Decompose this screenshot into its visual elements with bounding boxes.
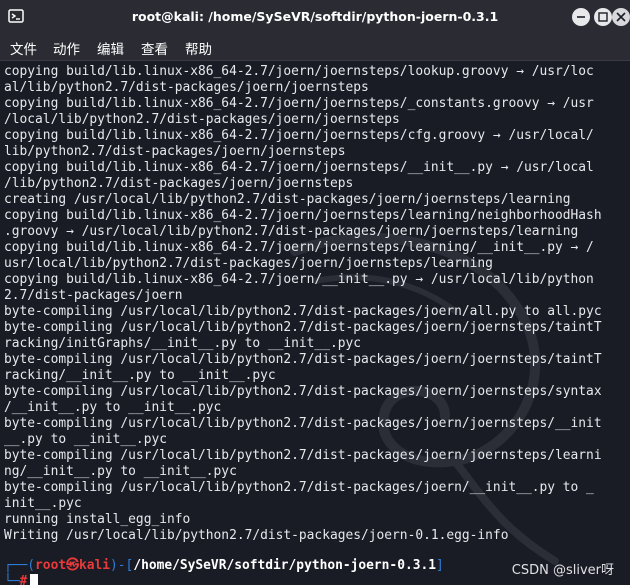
output-line: copying build/lib.linux-x86_64-2.7/joern… (4, 160, 594, 175)
minimize-icon (577, 16, 585, 18)
output-line: /local/lib/python2.7/dist-packages/joern… (4, 112, 400, 127)
minimize-button[interactable] (572, 8, 590, 26)
menu-bar: 文件 动作 编辑 查看 帮助 (0, 34, 630, 61)
prompt-hash: # (19, 574, 28, 585)
terminal-window: root@kali: /home/SySeVR/softdir/python-j… (0, 0, 630, 585)
output-line: Writing /usr/local/lib/python2.7/dist-pa… (4, 528, 509, 543)
output-line: 2.7/dist-packages/joern (4, 288, 183, 303)
output-line: lib/python2.7/dist-packages/joern/joerns… (4, 144, 346, 159)
output-line: byte-compiling /usr/local/lib/python2.7/… (4, 480, 594, 495)
output-line: copying build/lib.linux-x86_64-2.7/joern… (4, 208, 602, 223)
shell-prompt: ┌──(root㉿kali)-[/home/SySeVR/softdir/pyt… (4, 558, 444, 574)
prompt-mid: )-[ (110, 558, 134, 573)
title-bar[interactable]: root@kali: /home/SySeVR/softdir/python-j… (0, 0, 630, 34)
menu-edit[interactable]: 编辑 (97, 38, 124, 58)
output-line: usr/local/lib/python2.7/dist-packages/jo… (4, 256, 493, 271)
prompt-open: ┌──( (4, 558, 36, 573)
output-line: byte-compiling /usr/local/lib/python2.7/… (4, 304, 602, 319)
menu-view[interactable]: 查看 (141, 38, 168, 58)
output-line: racking/initGraphs/__init__.py to __init… (4, 336, 361, 351)
output-line: racking/__init__.py to __init__.pyc (4, 368, 276, 383)
output-line: init__.pyc (4, 496, 82, 511)
csdn-watermark: CSDN @sliver呀 (511, 563, 614, 578)
output-line: /__init__.py to __init__.pyc (4, 400, 222, 415)
close-button[interactable] (612, 8, 630, 26)
menu-action[interactable]: 动作 (53, 38, 80, 58)
output-line: byte-compiling /usr/local/lib/python2.7/… (4, 416, 602, 431)
output-line: creating /usr/local/lib/python2.7/dist-p… (4, 192, 571, 207)
output-line: running install_egg_info (4, 512, 191, 527)
output-line: copying build/lib.linux-x86_64-2.7/joern… (4, 128, 594, 143)
prompt-line2: └─ (4, 574, 20, 585)
close-icon (616, 12, 626, 22)
shell-input-line[interactable]: └─# (4, 574, 39, 585)
output-line: /lib/python2.7/dist-packages/joern/joern… (4, 176, 354, 191)
output-line: copying build/lib.linux-x86_64-2.7/joern… (4, 272, 594, 287)
output-line: __.py to __init__.pyc (4, 432, 167, 447)
output-line: .groovy → /usr/local/lib/python2.7/dist-… (4, 224, 579, 239)
maximize-button[interactable] (594, 8, 612, 26)
output-line: ng/__init__.py to __init__.pyc (4, 464, 237, 479)
prompt-user: root㉿kali (35, 558, 111, 573)
output-line: byte-compiling /usr/local/lib/python2.7/… (4, 352, 602, 367)
output-line: copying build/lib.linux-x86_64-2.7/joern… (4, 96, 594, 111)
output-lines: copying build/lib.linux-x86_64-2.7/joern… (4, 64, 628, 544)
terminal-output-area[interactable]: copying build/lib.linux-x86_64-2.7/joern… (0, 61, 630, 585)
output-line: copying build/lib.linux-x86_64-2.7/joern… (4, 240, 594, 255)
window-title: root@kali: /home/SySeVR/softdir/python-j… (131, 9, 499, 24)
prompt-close: ] (436, 558, 444, 573)
output-line: copying build/lib.linux-x86_64-2.7/joern… (4, 64, 594, 79)
output-line: byte-compiling /usr/local/lib/python2.7/… (4, 384, 602, 399)
output-line: al/lib/python2.7/dist-packages/joern/joe… (4, 80, 369, 95)
output-line: byte-compiling /usr/local/lib/python2.7/… (4, 320, 602, 335)
text-cursor (30, 574, 39, 585)
menu-file[interactable]: 文件 (10, 38, 37, 58)
prompt-path: /home/SySeVR/softdir/python-joern-0.3.1 (133, 558, 437, 573)
maximize-icon (598, 12, 608, 22)
output-line: byte-compiling /usr/local/lib/python2.7/… (4, 448, 602, 463)
menu-help[interactable]: 帮助 (185, 38, 212, 58)
